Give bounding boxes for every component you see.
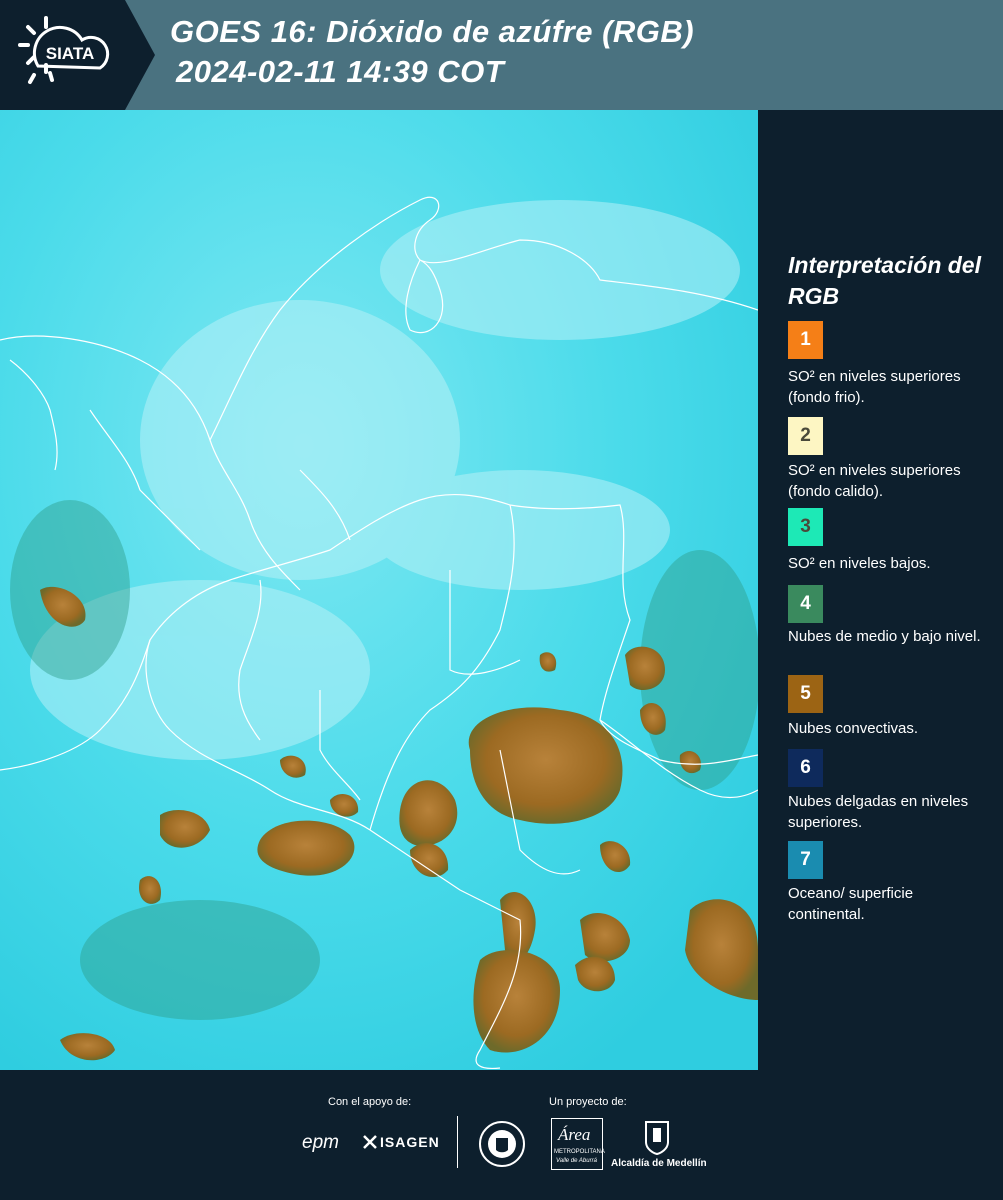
area-logo-sub1: METROPOLITANA [554,1149,605,1155]
legend-text-6: Nubes delgadas en niveles superiores. [788,793,969,831]
legend-swatch-7: 7 [788,841,823,879]
area-logo-name: Área [558,1125,591,1144]
legend-text-4: Nubes de medio y bajo nivel. [788,628,981,645]
isagen-logo [362,1132,378,1157]
legend-swatch-1: 1 [788,321,823,359]
footer-separator [457,1116,458,1168]
medellin-seal [478,1120,526,1173]
isagen-text: ISAGEN [380,1134,440,1150]
project-label: Un proyecto de: [549,1096,627,1108]
crest-icon [645,1121,669,1156]
alcaldia-text: Alcaldía de Medellín [611,1158,707,1169]
legend-swatch-3: 3 [788,508,823,546]
siata-logo: SIATA [0,0,155,110]
seal-icon [479,1121,525,1167]
header-bar: SIATA GOES 16: Dióxido de azúfre (RGB) 2… [0,0,1003,110]
satellite-map [0,110,758,1070]
support-label: Con el apoyo de: [328,1096,412,1108]
legend-text-3: SO² en niveles bajos. [788,555,931,572]
title-line-2: 2024-02-11 14:39 COT [176,54,505,89]
legend-swatch-4: 4 [788,585,823,623]
legend-text-2: SO² en niveles superiores (fondo calido)… [788,462,961,500]
logo-text: SIATA [46,44,94,63]
legend-text-1: SO² en niveles superiores (fondo frio). [788,368,961,406]
area-logo-sub2: Valle de Aburrá [556,1158,597,1164]
area-metropolitana-logo: Área METROPOLITANA Valle de Aburrá [551,1118,605,1170]
legend-swatch-6: 6 [788,749,823,787]
legend-swatch-5: 5 [788,675,823,713]
legend-text-7: Oceano/ superficie continental. [788,885,914,923]
isagen-icon [363,1135,377,1149]
legend-swatch-2: 2 [788,417,823,455]
legend-text-5: Nubes convectivas. [788,720,919,737]
legend-title: Interpretación del RGB [788,252,981,309]
footer: Con el apoyo de: Un proyecto de: epm ISA… [0,1070,1003,1200]
alcaldia-crest [643,1118,671,1161]
title-line-1: GOES 16: Dióxido de azúfre (RGB) [170,14,695,49]
epm-logo: epm [302,1132,339,1153]
legend-panel: Interpretación del RGB 1 SO² en niveles … [758,110,1003,1070]
